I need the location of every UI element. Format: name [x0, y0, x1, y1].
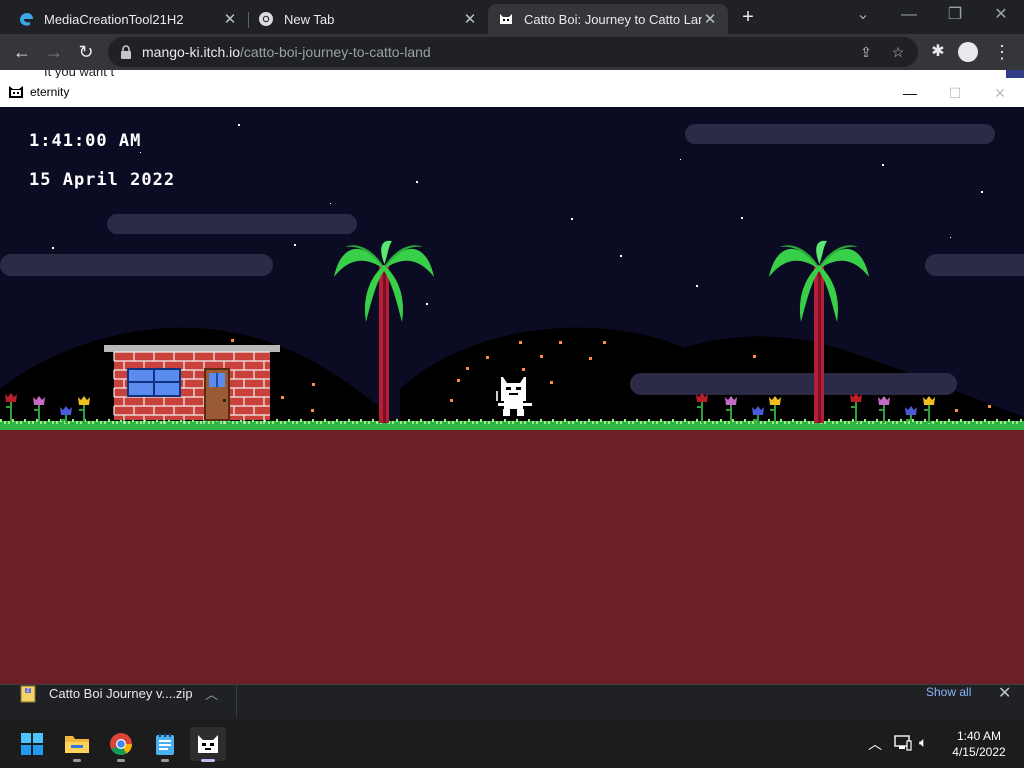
close-tab-icon[interactable]: ✕ [702, 10, 718, 28]
taskbar-chrome[interactable] [103, 727, 139, 762]
hud-date: 15 April 2022 [29, 170, 176, 190]
clock-time: 1:40 AM [956, 729, 1002, 743]
game-titlebar[interactable]: eternity — ☐ ✕ [0, 78, 1024, 107]
clock-date: 4/15/2022 [952, 745, 1006, 759]
house-roof [104, 345, 280, 352]
forward-button[interactable]: → [40, 38, 68, 66]
game-close-button[interactable]: ✕ [980, 82, 1020, 104]
show-all-link[interactable]: Show all [926, 685, 971, 699]
tab-mediacreationtool[interactable]: MediaCreationTool21H2 ✕ [8, 4, 248, 34]
close-tab-icon[interactable]: ✕ [462, 10, 478, 28]
lock-icon [121, 45, 131, 59]
reload-button[interactable]: ↻ [72, 38, 100, 66]
system-clock[interactable]: 1:40 AM 4/15/2022 [944, 728, 1014, 760]
notepad-icon [156, 733, 174, 755]
chevron-up-icon[interactable]: ︿ [205, 684, 218, 703]
running-indicator [201, 759, 215, 762]
zip-file-icon: Z [20, 685, 36, 703]
show-hidden-icons-chevron-icon[interactable]: ︿ [868, 734, 882, 754]
share-icon[interactable]: ⇪ [854, 40, 878, 64]
cat-icon [9, 86, 23, 98]
url-path: /catto-boi-journey-to-catto-land [240, 44, 431, 60]
svg-text:Z: Z [26, 688, 29, 694]
cloud [630, 373, 957, 395]
address-bar[interactable]: mango-ki.itch.io/catto-boi-journey-to-ca… [108, 37, 918, 67]
game-maximize-button[interactable]: ☐ [935, 82, 975, 104]
chrome-menu-icon[interactable]: ⋮ [988, 38, 1016, 66]
taskbar-catto-game[interactable] [190, 727, 226, 762]
running-indicator [117, 759, 125, 762]
windows-start-icon [21, 733, 43, 755]
download-bar: Z Catto Boi Journey v....zip ︿ Show all … [0, 684, 1024, 720]
chrome-icon [110, 733, 132, 755]
file-explorer-icon [65, 736, 89, 753]
tab-title: New Tab [284, 11, 335, 27]
tab-new-tab[interactable]: New Tab ✕ [248, 4, 488, 34]
tab-title: Catto Boi: Journey to Catto Land [524, 11, 702, 27]
chrome-icon [259, 12, 273, 26]
dirt-ground [0, 429, 1024, 684]
tab-title: MediaCreationTool21H2 [44, 11, 184, 27]
network-icon[interactable] [894, 735, 912, 751]
browser-toolbar: ← → ↻ mango-ki.itch.io/catto-boi-journey… [0, 34, 1024, 70]
catto-game-icon [198, 735, 218, 753]
back-button[interactable]: ← [8, 38, 36, 66]
volume-icon[interactable]: 🔈︎ [919, 734, 927, 751]
game-window: eternity — ☐ ✕ 1:41:00 AM 15 April 2022 [0, 78, 1024, 684]
running-indicator [73, 759, 81, 762]
game-canvas[interactable]: 1:41:00 AM 15 April 2022 [0, 107, 1024, 684]
brick-house [104, 345, 280, 424]
minimize-button[interactable]: — [886, 4, 932, 28]
hud-clock: 1:41:00 AM [29, 131, 142, 151]
profile-avatar[interactable] [958, 42, 978, 62]
running-indicator [161, 759, 169, 762]
game-scene [0, 107, 1024, 684]
new-tab-button[interactable]: + [736, 5, 760, 29]
game-title: eternity [30, 85, 70, 99]
tab-catto-boi[interactable]: Catto Boi: Journey to Catto Land ✕ [488, 4, 728, 34]
tab-search-icon[interactable]: ⌄ [840, 4, 886, 28]
close-download-bar-icon[interactable]: ✕ [998, 683, 1011, 703]
cat-icon [500, 14, 512, 24]
divider [236, 685, 237, 717]
game-minimize-button[interactable]: — [890, 82, 930, 104]
start-button[interactable] [14, 727, 50, 761]
taskbar-notepad[interactable] [147, 727, 183, 762]
bookmark-star-icon[interactable]: ☆ [886, 40, 910, 64]
url-text: mango-ki.itch.io/catto-boi-journey-to-ca… [142, 44, 431, 60]
url-domain: mango-ki.itch.io [142, 44, 241, 60]
download-file-name[interactable]: Catto Boi Journey v....zip [49, 686, 193, 701]
extensions-icon[interactable]: ✱ [924, 38, 952, 66]
close-tab-icon[interactable]: ✕ [222, 10, 238, 28]
close-window-button[interactable]: ✕ [978, 4, 1024, 28]
edge-icon [20, 13, 33, 26]
tab-strip: MediaCreationTool21H2 ✕ New Tab ✕ Catto … [0, 0, 1024, 34]
windows-taskbar: ︿ 🔈︎ 1:40 AM 4/15/2022 [0, 720, 1024, 768]
restore-button[interactable]: ❐ [932, 4, 978, 28]
taskbar-file-explorer[interactable] [59, 727, 95, 762]
